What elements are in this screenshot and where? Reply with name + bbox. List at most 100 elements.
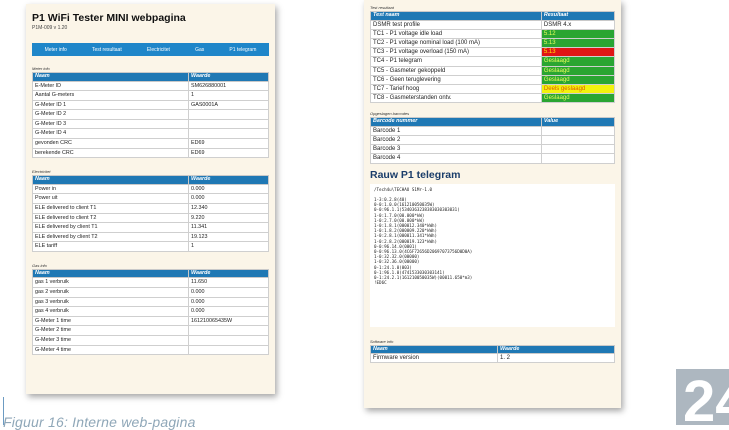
page-title: P1 WiFi Tester MINI webpagina (32, 12, 186, 24)
page-number: 24 (683, 369, 729, 426)
cell-value: 19.123 (188, 231, 269, 243)
cell-value: GAS0001A (188, 99, 269, 111)
cell-value: ED69 (188, 147, 269, 159)
meter-info-table: Naam Waarde E-Meter ID SM626880001 Aantal… (31, 72, 269, 159)
table-row: G-Meter ID 3 (31, 118, 269, 130)
column-header: Test naam (370, 11, 542, 21)
table-row: gas 4 verbruik 0.000 (31, 306, 269, 317)
table-row: gas 3 verbruik 0.000 (31, 296, 269, 308)
cell-value (188, 344, 269, 356)
column-header: Naam (31, 268, 190, 279)
right-webpage-panel: Test resultaat Test naam Resultaat DSMR … (364, 0, 621, 408)
test-result: Deels geslaagd (540, 83, 616, 95)
cell-value: 0.000 (188, 296, 269, 308)
cell-name: Power in (31, 183, 190, 195)
column-header: Value (540, 117, 616, 127)
cell-name: G-Meter 3 time (31, 334, 190, 346)
column-header: Barcode nummer (370, 117, 542, 127)
test-name: TC3 - P1 voltage overload (150 mA) (370, 47, 542, 58)
table-row: ELE delivered to client T2 9.220 (31, 212, 269, 224)
test-result: Geslaagd (540, 74, 616, 85)
cell-value: 1 (188, 90, 269, 101)
barcode-name: Barcode 3 (370, 144, 542, 155)
test-row: TC4 - P1 telegram Geslaagd (370, 56, 616, 67)
barcode-value (540, 135, 616, 146)
test-row: DSMR test profile DSMR 4.x (370, 19, 616, 30)
cell-value (188, 325, 269, 336)
cell-value (188, 109, 269, 120)
cell-name: ELE tariff (31, 241, 190, 252)
cell-name: gas 1 verbruik (31, 277, 190, 288)
software-info-table: Naam Waarde Firmware version 1. 2 (370, 344, 615, 364)
cell-name: gas 4 verbruik (31, 306, 190, 317)
barcode-name: Barcode 1 (370, 125, 542, 137)
cell-value: 12.340 (188, 202, 269, 214)
cell-value: 0.000 (188, 287, 269, 298)
test-row: TC6 - Geen teruglevering Geslaagd (370, 74, 616, 85)
table-row: Barcode 2 (370, 135, 616, 146)
test-row: TC8 - Gasmeterstanden ontv. Geslaagd (370, 93, 616, 104)
table-row: G-Meter ID 1 GAS0001A (31, 99, 269, 111)
table-row: Barcode 4 (370, 153, 616, 164)
test-result: Geslaagd (540, 93, 616, 104)
test-name: TC8 - Gasmeterstanden ontv. (370, 93, 542, 104)
table-row: ELE delivered by client T2 19.123 (31, 231, 269, 243)
column-header: Waarde (188, 175, 269, 185)
cell-name: G-Meter 4 time (31, 344, 190, 356)
test-result: DSMR 4.x (540, 19, 616, 30)
table-row: Power uit 0.000 (31, 193, 269, 204)
barcode-name: Barcode 2 (370, 135, 542, 146)
cell-value (188, 128, 269, 140)
cell-value: ED69 (188, 138, 269, 149)
nav-gas[interactable]: Gas (195, 47, 204, 53)
table-row: Aantal G-meters 1 (31, 90, 269, 101)
table-row: Barcode 1 (370, 125, 616, 137)
raw-telegram-text: /Tech4u\TECHAU S1Mr-1.0 1-3:0.2.8(40) 0-… (370, 183, 615, 327)
cell-value: 0.000 (188, 183, 269, 195)
barcodes-table: Barcode nummer Value Barcode 1 Barcode 2… (370, 117, 616, 164)
cell-value: 11.341 (188, 222, 269, 233)
barcode-value (540, 144, 616, 155)
cell-value: 9.220 (188, 212, 269, 224)
cell-name: gas 3 verbruik (31, 296, 190, 308)
table-row: berekende CRC ED69 (31, 147, 269, 159)
cell-name: E-Meter ID (31, 80, 190, 92)
table-row: gevonden CRC ED69 (31, 138, 269, 149)
table-row: G-Meter ID 2 (31, 109, 269, 120)
cell-value: 0.000 (188, 193, 269, 204)
cell-value (188, 334, 269, 346)
cell-name: G-Meter 1 time (31, 315, 190, 327)
nav-p1-telegram[interactable]: P1 telegram (229, 47, 256, 53)
cell-value (188, 118, 269, 130)
test-name: TC6 - Geen teruglevering (370, 74, 542, 85)
nav-test-resultaat[interactable]: Test resultaat (92, 47, 122, 53)
test-name: DSMR test profile (370, 19, 542, 30)
table-row: G-Meter ID 4 (31, 128, 269, 140)
left-webpage-panel: P1 WiFi Tester MINI webpagina P1M-009 v … (26, 4, 275, 394)
table-row: Barcode 3 (370, 144, 616, 155)
nav-bar: Meter info Test resultaat Electricitet G… (32, 43, 269, 56)
nav-electricitet[interactable]: Electricitet (147, 47, 170, 53)
test-name: TC7 - Tarief hoog (370, 83, 542, 95)
nav-meter-info[interactable]: Meter info (45, 47, 67, 53)
cell-name: ELE delivered to client T1 (31, 202, 190, 214)
cell-name: G-Meter ID 1 (31, 99, 190, 111)
test-name: TC1 - P1 voltage idle load (370, 28, 542, 39)
column-header: Waarde (188, 72, 269, 82)
cell-value: SM626880001 (188, 80, 269, 92)
cell-name: ELE delivered to client T2 (31, 212, 190, 224)
cell-value: 1 (188, 241, 269, 252)
test-result: 5.12 (540, 28, 616, 39)
test-result: Geslaagd (540, 65, 616, 76)
cell-name: gevonden CRC (31, 138, 190, 149)
column-header: Waarde (188, 268, 269, 279)
test-name: TC2 - P1 voltage nominal load (100 mA) (370, 37, 542, 49)
barcode-value (540, 125, 616, 137)
table-row: gas 1 verbruik 11.650 (31, 277, 269, 288)
test-row: TC7 - Tarief hoog Deels geslaagd (370, 83, 616, 95)
cell-name: Aantal G-meters (31, 90, 190, 101)
test-row: TC2 - P1 voltage nominal load (100 mA) 5.… (370, 37, 616, 49)
table-row: G-Meter 3 time (31, 334, 269, 346)
cell-name: ELE delivered by client T1 (31, 222, 190, 233)
cell-name: ELE delivered by client T2 (31, 231, 190, 243)
